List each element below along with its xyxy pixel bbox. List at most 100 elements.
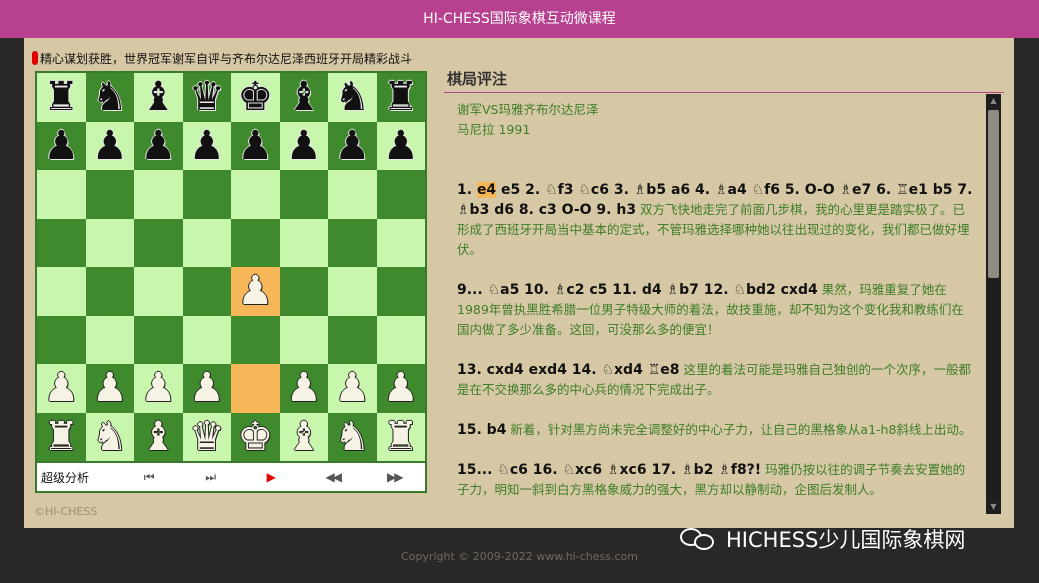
square-c8[interactable]: ♝ xyxy=(134,73,183,122)
white-piece-c1[interactable]: ♝ xyxy=(140,417,176,457)
play-button[interactable]: ▶ xyxy=(240,470,302,484)
square-b8[interactable]: ♞ xyxy=(85,73,134,122)
square-e2[interactable] xyxy=(231,364,280,413)
square-g7[interactable]: ♟ xyxy=(328,121,377,170)
square-c4[interactable] xyxy=(134,267,183,316)
square-h1[interactable]: ♜ xyxy=(376,412,425,461)
square-d6[interactable] xyxy=(182,170,231,219)
square-f8[interactable]: ♝ xyxy=(279,73,328,122)
move-text[interactable]: 13. cxd4 exd4 14. ♘xd4 ♖e8 xyxy=(457,362,679,378)
square-b1[interactable]: ♞ xyxy=(85,412,134,461)
white-piece-g1[interactable]: ♞ xyxy=(334,417,370,457)
square-h3[interactable] xyxy=(376,315,425,364)
square-a5[interactable] xyxy=(37,218,86,267)
square-c6[interactable] xyxy=(134,170,183,219)
square-e4[interactable]: ♟ xyxy=(231,267,280,316)
square-c3[interactable] xyxy=(134,315,183,364)
square-f3[interactable] xyxy=(279,315,328,364)
black-piece-b8[interactable]: ♞ xyxy=(92,77,128,117)
first-move-button[interactable]: ⏮ xyxy=(117,470,179,485)
square-f7[interactable]: ♟ xyxy=(279,121,328,170)
black-piece-a7[interactable]: ♟ xyxy=(43,126,79,166)
square-b7[interactable]: ♟ xyxy=(85,121,134,170)
white-piece-f2[interactable]: ♟ xyxy=(286,368,322,408)
move-text[interactable]: 15... ♘c6 16. ♘xc6 ♗xc6 17. ♗b2 ♗f8?! xyxy=(457,462,761,478)
white-piece-g2[interactable]: ♟ xyxy=(334,368,370,408)
white-piece-h2[interactable]: ♟ xyxy=(383,368,419,408)
square-f2[interactable]: ♟ xyxy=(279,364,328,413)
square-f5[interactable] xyxy=(279,218,328,267)
square-a8[interactable]: ♜ xyxy=(37,73,86,122)
scroll-up-icon[interactable]: ▲ xyxy=(986,94,1001,108)
white-piece-d2[interactable]: ♟ xyxy=(189,368,225,408)
square-g8[interactable]: ♞ xyxy=(328,73,377,122)
square-b2[interactable]: ♟ xyxy=(85,364,134,413)
black-piece-g7[interactable]: ♟ xyxy=(334,126,370,166)
square-a2[interactable]: ♟ xyxy=(37,364,86,413)
black-piece-c7[interactable]: ♟ xyxy=(140,126,176,166)
step-forward-button[interactable]: ▶▶ xyxy=(363,470,425,484)
scrollbar-thumb[interactable] xyxy=(988,110,999,278)
square-h7[interactable]: ♟ xyxy=(376,121,425,170)
square-e3[interactable] xyxy=(231,315,280,364)
step-back-button[interactable]: ◀◀ xyxy=(302,470,364,484)
square-h4[interactable] xyxy=(376,267,425,316)
white-piece-h1[interactable]: ♜ xyxy=(383,417,419,457)
square-d4[interactable] xyxy=(182,267,231,316)
square-d5[interactable] xyxy=(182,218,231,267)
white-piece-e1[interactable]: ♚ xyxy=(237,417,273,457)
black-piece-a8[interactable]: ♜ xyxy=(43,77,79,117)
black-piece-b7[interactable]: ♟ xyxy=(92,126,128,166)
square-a7[interactable]: ♟ xyxy=(37,121,86,170)
square-a4[interactable] xyxy=(37,267,86,316)
square-a3[interactable] xyxy=(37,315,86,364)
black-piece-d8[interactable]: ♛ xyxy=(189,77,225,117)
last-move-button[interactable]: ⏭ xyxy=(179,470,241,485)
square-e8[interactable]: ♚ xyxy=(231,73,280,122)
black-piece-h8[interactable]: ♜ xyxy=(383,77,419,117)
black-piece-d7[interactable]: ♟ xyxy=(189,126,225,166)
move-text[interactable]: 15. b4 xyxy=(457,422,506,438)
review-scroll-area[interactable]: 谢军VS玛雅齐布尔达尼泽 马尼拉 1991 1. e4 e5 2. ♘f3 ♘c… xyxy=(444,94,1004,514)
square-h2[interactable]: ♟ xyxy=(376,364,425,413)
square-b5[interactable] xyxy=(85,218,134,267)
black-piece-f7[interactable]: ♟ xyxy=(286,126,322,166)
square-e5[interactable] xyxy=(231,218,280,267)
square-b6[interactable] xyxy=(85,170,134,219)
square-g1[interactable]: ♞ xyxy=(328,412,377,461)
current-move[interactable]: e4 xyxy=(476,182,497,198)
black-piece-f8[interactable]: ♝ xyxy=(286,77,322,117)
white-piece-b1[interactable]: ♞ xyxy=(92,417,128,457)
square-b3[interactable] xyxy=(85,315,134,364)
square-a1[interactable]: ♜ xyxy=(37,412,86,461)
white-piece-c2[interactable]: ♟ xyxy=(140,368,176,408)
scroll-down-icon[interactable]: ▼ xyxy=(986,500,1001,514)
square-d3[interactable] xyxy=(182,315,231,364)
black-piece-e8[interactable]: ♚ xyxy=(237,77,273,117)
square-h8[interactable]: ♜ xyxy=(376,73,425,122)
square-c2[interactable]: ♟ xyxy=(134,364,183,413)
square-g4[interactable] xyxy=(328,267,377,316)
review-scrollbar[interactable]: ▲ ▼ xyxy=(986,94,1001,514)
square-c1[interactable]: ♝ xyxy=(134,412,183,461)
square-f1[interactable]: ♝ xyxy=(279,412,328,461)
white-piece-b2[interactable]: ♟ xyxy=(92,368,128,408)
square-e7[interactable]: ♟ xyxy=(231,121,280,170)
black-piece-c8[interactable]: ♝ xyxy=(140,77,176,117)
white-piece-e4[interactable]: ♟ xyxy=(237,271,273,311)
white-piece-a1[interactable]: ♜ xyxy=(43,417,79,457)
square-a6[interactable] xyxy=(37,170,86,219)
square-h5[interactable] xyxy=(376,218,425,267)
square-g2[interactable]: ♟ xyxy=(328,364,377,413)
square-c7[interactable]: ♟ xyxy=(134,121,183,170)
square-c5[interactable] xyxy=(134,218,183,267)
chess-board[interactable]: ♜ ♞ ♝ ♛ ♚ ♝ ♞ ♜ ♟ ♟ ♟ ♟ ♟ ♟ ♟ ♟ ♟ ♟ ♟ ♟ ♟ ♟ ♟ ♟ ♜ ♞ ♝ ♛ ♚ ♝ ♞ ♜ xyxy=(37,73,425,461)
black-piece-e7[interactable]: ♟ xyxy=(237,126,273,166)
white-piece-f1[interactable]: ♝ xyxy=(286,417,322,457)
square-d8[interactable]: ♛ xyxy=(182,73,231,122)
black-piece-h7[interactable]: ♟ xyxy=(383,126,419,166)
square-h6[interactable] xyxy=(376,170,425,219)
square-g3[interactable] xyxy=(328,315,377,364)
white-piece-d1[interactable]: ♛ xyxy=(189,417,225,457)
square-d1[interactable]: ♛ xyxy=(182,412,231,461)
